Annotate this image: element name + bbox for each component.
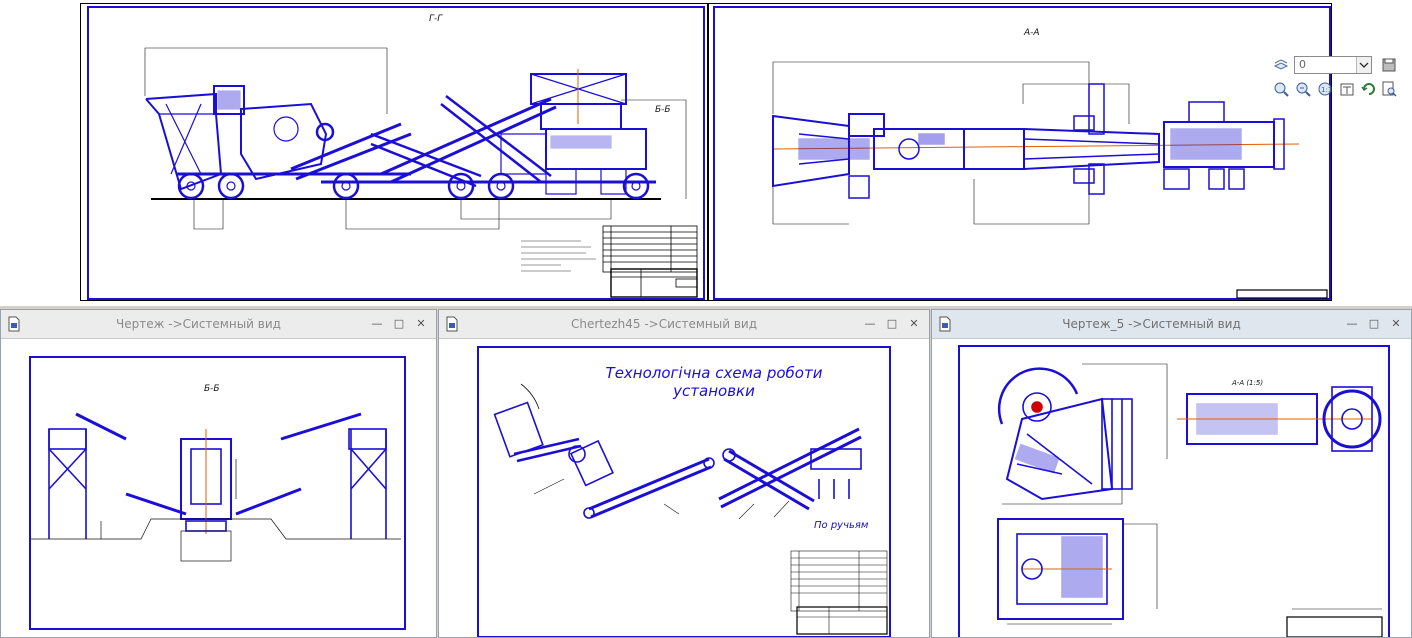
close-icon[interactable]: ✕ [1389, 317, 1403, 331]
layers-icon[interactable] [1272, 56, 1290, 74]
main-drawing-area[interactable]: Г-Г Б-Б А-А 0 1:1 [0, 0, 1412, 306]
front-view-drawing [31, 412, 401, 562]
window-caption: Чертеж ->Системный вид [116, 317, 281, 331]
plant-plan-view [772, 61, 1328, 299]
close-icon[interactable]: ✕ [907, 317, 921, 331]
minimize-icon[interactable]: — [863, 317, 877, 331]
svg-text:1:1: 1:1 [1321, 86, 1332, 94]
window-title-bar[interactable]: Chertezh45 ->Системный вид — □ ✕ [439, 310, 929, 339]
document-window-1[interactable]: Чертеж ->Системный вид — □ ✕ Б-Б [0, 309, 437, 638]
maximize-icon[interactable]: □ [392, 317, 406, 331]
window-caption: Чертеж_5 ->Системный вид [1062, 317, 1241, 331]
document-window-3[interactable]: Чертеж_5 ->Системный вид — □ ✕ А-А (1:5) [931, 309, 1412, 638]
crusher-assembly-drawing [997, 363, 1383, 637]
window-caption: Chertezh45 ->Системный вид [570, 317, 758, 331]
zoom-in-icon[interactable] [1272, 80, 1290, 98]
maximize-icon[interactable]: □ [1367, 317, 1381, 331]
close-icon[interactable]: ✕ [414, 317, 428, 331]
window-title-bar[interactable]: Чертеж ->Системный вид — □ ✕ [1, 310, 436, 339]
minimize-icon[interactable]: — [370, 317, 384, 331]
drawing-canvas[interactable]: Б-Б [1, 339, 436, 637]
drawing-canvas[interactable]: Технологічна схема роботи установки По р… [439, 339, 929, 637]
document-icon [446, 316, 458, 332]
maximize-icon[interactable]: □ [885, 317, 899, 331]
plant-side-view [144, 47, 698, 298]
zoom-fit-icon[interactable] [1294, 80, 1312, 98]
drawing-canvas[interactable]: А-А (1:5) [932, 339, 1411, 637]
save-icon[interactable] [1380, 56, 1398, 74]
refresh-icon[interactable] [1360, 80, 1378, 98]
layer-select[interactable]: 0 [1294, 56, 1372, 74]
minimize-icon[interactable]: — [1345, 317, 1359, 331]
drawing-sheet-right[interactable]: А-А [708, 3, 1332, 301]
chevron-down-icon[interactable] [1356, 57, 1371, 73]
zoom-1to1-icon[interactable]: 1:1 [1316, 80, 1334, 98]
window-title-bar[interactable]: Чертеж_5 ->Системный вид — □ ✕ [932, 310, 1411, 339]
document-icon [8, 316, 20, 332]
document-icon [939, 316, 951, 332]
process-scheme-drawing [493, 383, 888, 635]
drawing-toolbar: 0 1:1 [1270, 54, 1400, 102]
layer-select-value: 0 [1299, 58, 1306, 71]
print-preview-icon[interactable] [1380, 80, 1398, 98]
document-window-2[interactable]: Chertezh45 ->Системный вид — □ ✕ Техноло… [438, 309, 930, 638]
properties-icon[interactable] [1338, 80, 1356, 98]
drawing-sheet-left[interactable]: Г-Г Б-Б [80, 3, 708, 301]
